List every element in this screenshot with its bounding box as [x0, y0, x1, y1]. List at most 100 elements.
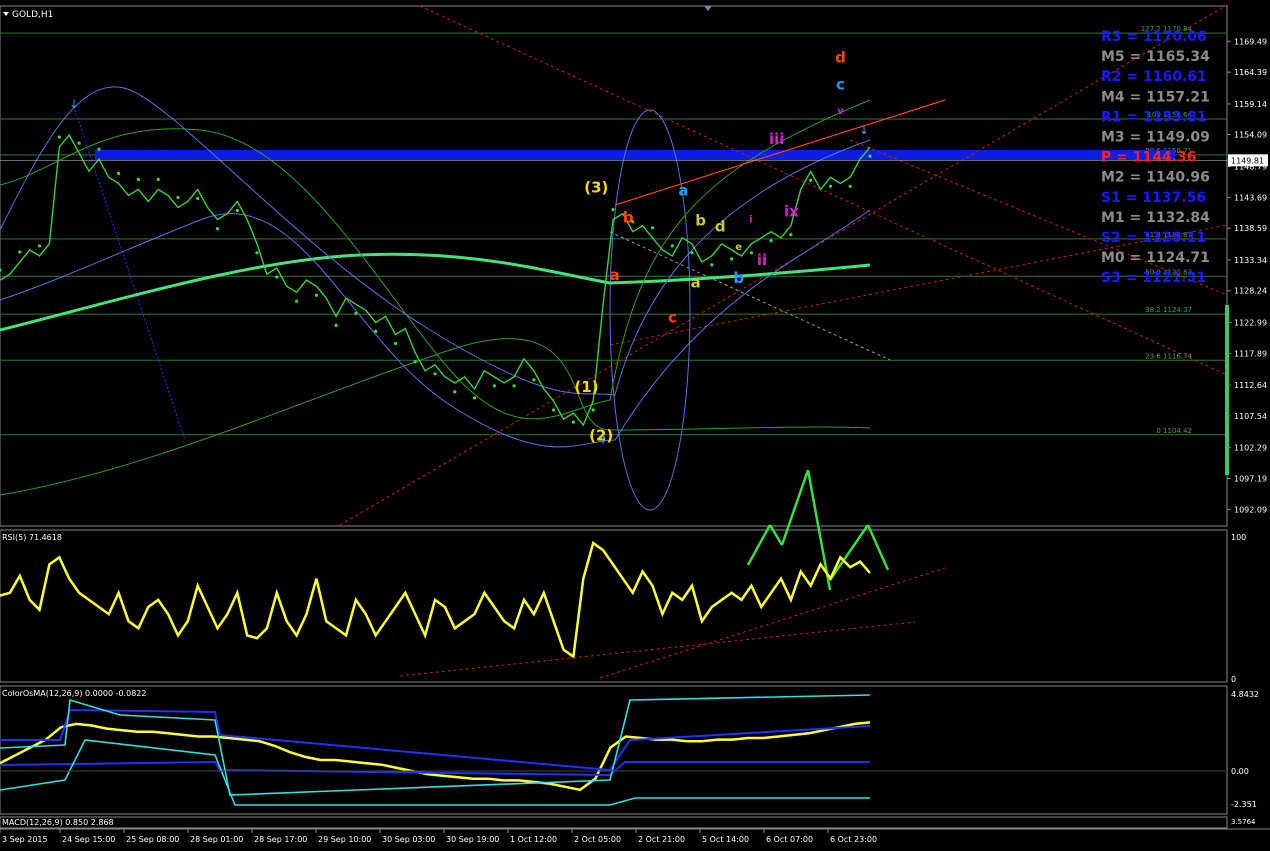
symbol-title: GOLD,H1 — [12, 10, 53, 20]
time-tick: 6 Oct 23:00 — [830, 835, 877, 844]
forecast-arrow-segment — [768, 524, 784, 546]
forecast-arrow-segment — [828, 524, 870, 581]
osma-tick-top: 4.8432 — [1231, 690, 1259, 699]
sar-dot — [611, 208, 615, 212]
wave-label: b — [623, 209, 634, 227]
arrow-marker-icon: ↓ — [859, 123, 869, 137]
wave-label: a — [691, 273, 701, 291]
sar-dot — [136, 177, 140, 181]
current-price-label: 1149.81 — [1231, 156, 1264, 165]
sar-dot — [848, 184, 852, 188]
sar-dot — [690, 251, 694, 255]
rsi-bottom-tick: 0 — [1231, 675, 1236, 684]
price-tick: 1133.34 — [1234, 256, 1267, 265]
volume-bar — [1225, 305, 1229, 475]
osma-panel-border — [0, 685, 1228, 815]
osma-tick-zero: 0.00 — [1231, 767, 1249, 776]
macd-title: MACD(12,26,9) 0.850 2.868 — [2, 818, 114, 827]
price-tick: 1097.19 — [1234, 475, 1267, 484]
wave-label: ix — [784, 203, 799, 221]
wave-label: c — [836, 76, 845, 94]
shift-marker-icon[interactable] — [704, 6, 712, 11]
sar-dot — [433, 372, 437, 376]
time-tick: 2 Oct 21:00 — [638, 835, 685, 844]
wave-label: e — [735, 242, 742, 253]
sar-dot — [255, 251, 259, 255]
pivot-level: M4 = 1157.21 — [1101, 89, 1210, 105]
ma-slow — [0, 252, 871, 332]
arrow-marker-icon: ↓ — [69, 97, 79, 111]
rsi-panel-border — [0, 529, 1228, 683]
sar-dot — [18, 250, 22, 254]
time-tick: 5 Oct 14:00 — [702, 835, 749, 844]
wave-label: (3) — [584, 178, 608, 196]
rsi-line — [0, 541, 871, 659]
sar-dot — [334, 323, 338, 327]
forecast-arrow-segment — [746, 524, 772, 566]
rsi-trendline — [399, 621, 916, 677]
osma-signal-low — [0, 760, 870, 777]
price-tick: 1138.59 — [1234, 224, 1267, 233]
time-tick: 1 Oct 12:00 — [510, 835, 557, 844]
sar-dot — [591, 408, 595, 412]
pivot-level: M3 = 1149.09 — [1101, 130, 1210, 146]
pivot-level: M1 = 1132.84 — [1101, 210, 1210, 226]
price-tick: 1107.54 — [1234, 412, 1267, 421]
time-tick: 24 Sep 15:00 — [62, 835, 115, 844]
time-tick: 2 Oct 05:00 — [574, 835, 621, 844]
price-tick: 1092.09 — [1234, 505, 1267, 514]
pivot-level: S3 = 1121.31 — [1101, 270, 1206, 286]
wave-label: c — [668, 308, 677, 326]
sar-dot — [156, 177, 160, 181]
sar-dot — [215, 227, 220, 231]
sar-dot — [393, 341, 398, 346]
pivot-level: R2 = 1160.61 — [1101, 69, 1207, 85]
price-tick: 1112.64 — [1234, 381, 1267, 390]
sar-dot — [868, 154, 872, 158]
resistance-zone — [95, 149, 1175, 160]
price-tick: 1128.24 — [1234, 287, 1267, 296]
sar-dot — [512, 384, 516, 388]
pivot-level: M0 = 1124.71 — [1101, 250, 1210, 266]
sar-dot — [57, 135, 61, 139]
time-tick: 25 Sep 08:00 — [126, 835, 179, 844]
wave-label: d — [835, 48, 846, 66]
trendline-up — [339, 4, 1228, 526]
sar-dot — [492, 384, 496, 388]
pivot-level: S2 = 1128.11 — [1101, 230, 1206, 246]
rsi-title: RSI(5) 71.4618 — [2, 533, 62, 542]
price-tick: 1143.69 — [1234, 193, 1267, 202]
chart-root: GOLD,H1 127.2 1170.84100 1156.6488.6 115… — [0, 0, 1270, 851]
trendline-grey — [609, 231, 891, 361]
sar-dot — [37, 244, 42, 248]
forecast-arrow-segment — [780, 469, 810, 546]
pivot-level: R3 = 1170.06 — [1101, 29, 1207, 45]
sar-dot — [314, 293, 318, 297]
wave-label: b — [695, 212, 706, 230]
time-tick: 30 Sep 19:00 — [446, 835, 499, 844]
wave-label: (1) — [574, 378, 598, 396]
sar-dot — [235, 208, 239, 213]
price-tick: 1154.09 — [1234, 130, 1267, 139]
pivot-level: R1 = 1153.81 — [1101, 109, 1207, 125]
wave-label: a — [610, 266, 620, 284]
fib-label: 38.2 1124.37 — [1145, 306, 1192, 314]
time-tick: 6 Oct 07:00 — [766, 835, 813, 844]
sar-dot — [117, 171, 121, 175]
wave-label: d — [715, 218, 726, 236]
sar-dot — [196, 196, 200, 200]
sar-dot — [809, 178, 813, 182]
time-tick: 30 Sep 03:00 — [382, 835, 435, 844]
pivot-level: M2 = 1140.96 — [1101, 170, 1210, 186]
sar-dot — [77, 141, 81, 145]
rsi-top-tick: 100 — [1231, 533, 1246, 542]
osma-title: ColorOsMA(12,26,9) 0.0000 -0.0822 — [2, 689, 146, 698]
price-tick: 1159.14 — [1234, 100, 1267, 109]
fib-label: 0 1104.42 — [1156, 427, 1192, 435]
arrow-marker-icon: ↑ — [598, 433, 608, 447]
sar-dot — [710, 263, 714, 267]
time-tick: 28 Sep 17:00 — [254, 835, 307, 844]
dropdown-icon[interactable] — [3, 12, 9, 16]
price-tick: 1122.99 — [1234, 318, 1267, 327]
macd-panel-border — [0, 816, 1228, 829]
